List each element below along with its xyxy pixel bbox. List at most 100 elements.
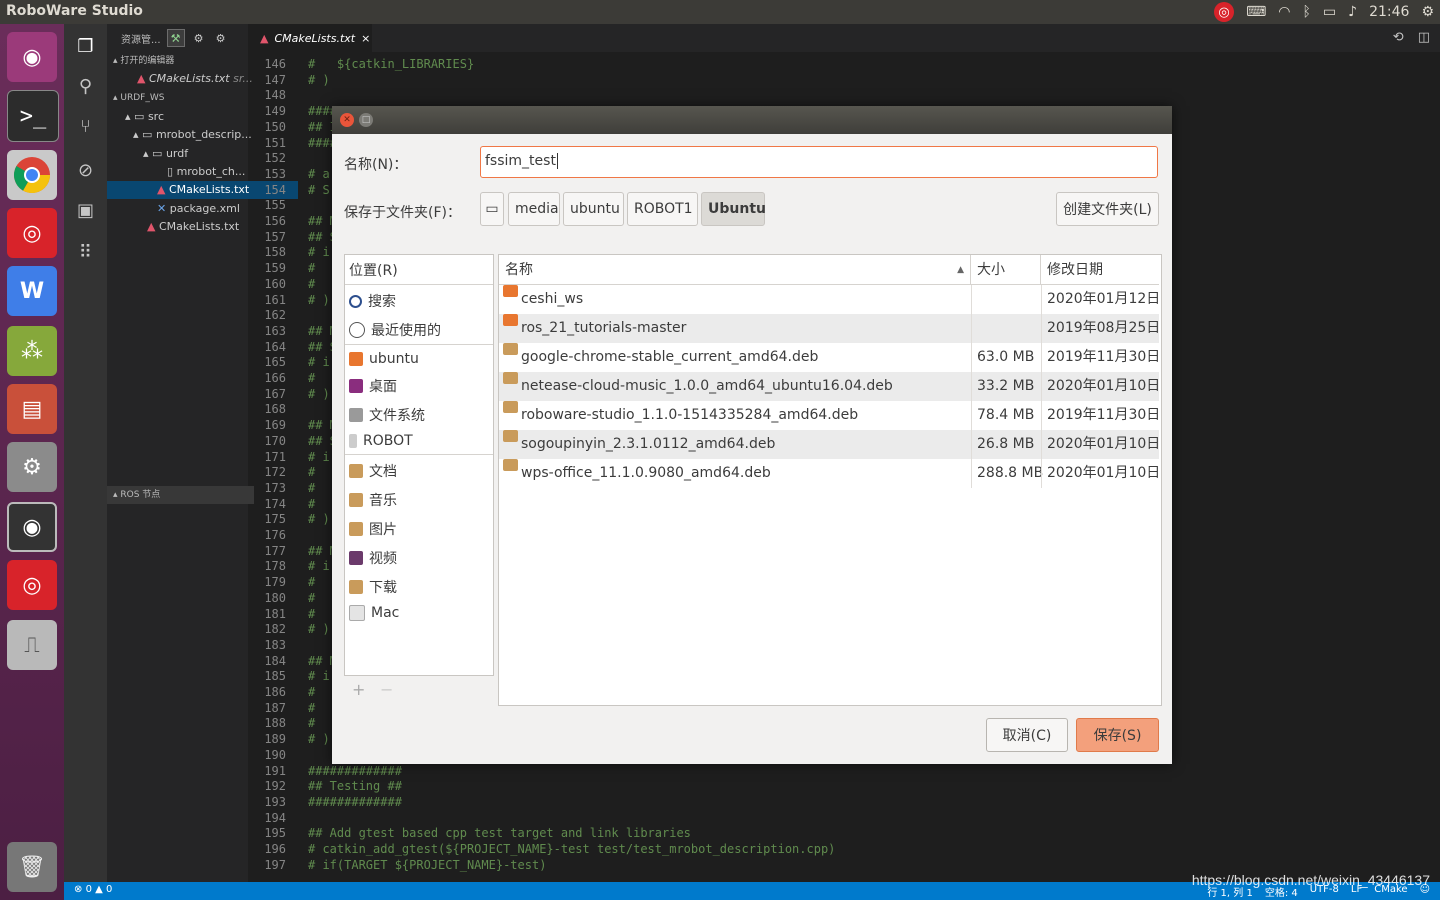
tree-item-src[interactable]: ▴ ▭ src bbox=[107, 108, 266, 126]
camera-icon[interactable]: ◉ bbox=[7, 502, 57, 552]
drive-icon bbox=[349, 408, 363, 422]
code-text: ## Testing ## bbox=[308, 779, 402, 794]
search-icon[interactable]: ⚲ bbox=[64, 68, 107, 104]
editor-tabbar: ▲ CMakeLists.txt × ⟲ ◫ bbox=[248, 24, 1440, 52]
code-line: 192 ## Testing ## bbox=[248, 778, 1440, 794]
netease-music-icon[interactable]: ◎ bbox=[7, 208, 57, 258]
folder-icon: ▭ bbox=[134, 110, 145, 123]
place-filesystem[interactable]: 文件系统 bbox=[345, 401, 493, 429]
tab-cmakelists[interactable]: ▲ CMakeLists.txt × bbox=[248, 24, 372, 52]
split-editor-icon[interactable]: ◫ bbox=[1418, 30, 1430, 45]
trash-icon[interactable]: 🗑 bbox=[7, 842, 57, 892]
wifi-icon[interactable]: ◠ bbox=[1278, 4, 1290, 20]
file-row[interactable]: google-chrome-stable_current_amd64.deb 63… bbox=[499, 343, 1160, 372]
sort-ascending-icon: ▲ bbox=[957, 265, 964, 275]
line-number: 178 bbox=[264, 559, 286, 574]
open-editors-section[interactable]: ▴ 打开的编辑器 bbox=[107, 52, 254, 70]
package-icon bbox=[503, 372, 518, 384]
create-folder-button[interactable]: 创建文件夹(L) bbox=[1056, 192, 1159, 226]
code-text: ############# bbox=[308, 763, 402, 778]
place-documents[interactable]: 文档 bbox=[345, 457, 493, 485]
place-downloads[interactable]: 下载 bbox=[345, 573, 493, 601]
debug-icon[interactable]: ⊘ bbox=[64, 152, 107, 188]
code-text: # ${catkin_LIBRARIES} bbox=[308, 57, 475, 71]
remove-place-button[interactable]: − bbox=[380, 680, 393, 699]
file-row[interactable]: ceshi_ws 2020年01月12日 bbox=[499, 285, 1160, 314]
line-number: 184 bbox=[264, 653, 286, 668]
place-robot[interactable]: ROBOT bbox=[345, 427, 493, 455]
code-text: # ) bbox=[308, 512, 330, 527]
place-videos[interactable]: 视频 bbox=[345, 544, 493, 572]
package-icon bbox=[503, 401, 518, 413]
netease-music-icon-2[interactable]: ◎ bbox=[7, 560, 57, 610]
path-media[interactable]: media bbox=[508, 192, 560, 226]
clock[interactable]: 21:46 bbox=[1369, 4, 1409, 20]
filename-input[interactable]: fssim_test bbox=[480, 146, 1158, 178]
line-number: 150 bbox=[264, 119, 286, 134]
settings-icon[interactable]: ⚙ bbox=[7, 442, 57, 492]
chrome-icon[interactable] bbox=[7, 150, 57, 200]
file-row[interactable]: netease-cloud-music_1.0.0_amd64_ubuntu16… bbox=[499, 372, 1160, 401]
ros-nodes-section[interactable]: ▴ ROS 节点 bbox=[107, 486, 254, 504]
bluetooth-icon[interactable]: ᛒ bbox=[1303, 4, 1311, 20]
code-text: # ) bbox=[308, 386, 330, 401]
column-name[interactable]: 名称 ▲ bbox=[499, 255, 971, 285]
place-recent[interactable]: 最近使用的 bbox=[345, 316, 493, 344]
problems-indicator[interactable]: ⊗ 0 ▲ 0 bbox=[74, 884, 112, 895]
place-home[interactable]: ubuntu bbox=[345, 345, 493, 373]
explorer-icon[interactable]: ❐ bbox=[64, 28, 107, 64]
column-size[interactable]: 大小 bbox=[971, 255, 1041, 285]
line-number: 187 bbox=[264, 700, 286, 715]
videos-icon bbox=[349, 551, 363, 565]
open-preview-icon[interactable]: ⟲ bbox=[1393, 30, 1404, 45]
close-icon[interactable]: × bbox=[361, 32, 370, 45]
line-number: 152 bbox=[264, 151, 286, 166]
terminal-icon[interactable]: >_ bbox=[7, 90, 59, 142]
source-control-icon[interactable]: ⑂ bbox=[64, 108, 107, 144]
line-number: 191 bbox=[264, 763, 286, 778]
build-hammer-icon[interactable]: ⚒ bbox=[166, 29, 185, 47]
file-row[interactable]: roboware-studio_1.1.0-1514335284_amd64.d… bbox=[499, 401, 1160, 430]
apps-grid-icon[interactable]: ⠿ bbox=[64, 234, 107, 270]
keyboard-icon[interactable]: ⌨ bbox=[1246, 4, 1266, 20]
netease-music-icon[interactable]: ◎ bbox=[1214, 2, 1235, 22]
settings-gear-icon[interactable]: ⚙ bbox=[213, 30, 229, 46]
line-number: 153 bbox=[264, 166, 286, 181]
file-row[interactable]: sogoupinyin_2.3.1.0112_amd64.deb 26.8 MB 2… bbox=[499, 430, 1160, 459]
battery-icon[interactable]: ▭ bbox=[1323, 4, 1336, 20]
path-ubuntu[interactable]: ubuntu bbox=[563, 192, 624, 226]
ros-icon[interactable]: ⁂ bbox=[7, 326, 57, 376]
column-modified[interactable]: 修改日期 bbox=[1041, 255, 1159, 285]
path-robot1[interactable]: ROBOT1 bbox=[627, 192, 698, 226]
file-row[interactable]: wps-office_11.1.0.9080_amd64.deb 288.8 MB… bbox=[499, 459, 1160, 488]
save-button[interactable]: 保存(S) bbox=[1076, 718, 1159, 752]
recent-icon bbox=[349, 322, 365, 338]
extensions-icon[interactable]: ▣ bbox=[64, 192, 107, 228]
power-gear-icon[interactable]: ⚙ bbox=[1421, 4, 1434, 20]
cancel-button[interactable]: 取消(C) bbox=[986, 718, 1068, 752]
maximize-icon[interactable]: □ bbox=[359, 113, 373, 127]
path-ubuntu-current[interactable]: Ubuntu bbox=[701, 192, 766, 226]
line-number: 161 bbox=[264, 292, 286, 307]
app-title: RoboWare Studio bbox=[6, 3, 143, 19]
usb-icon[interactable]: ⎍ bbox=[7, 620, 57, 670]
gear-icon[interactable]: ⚙ bbox=[191, 30, 207, 46]
code-text: # catkin_add_gtest(${PROJECT_NAME}-test … bbox=[308, 842, 836, 856]
folder-icon: ▭ bbox=[152, 147, 163, 160]
line-number: 192 bbox=[264, 779, 286, 794]
wps-icon[interactable]: W bbox=[7, 266, 57, 316]
close-icon[interactable]: ✕ bbox=[340, 113, 354, 127]
place-pictures[interactable]: 图片 bbox=[345, 515, 493, 543]
volume-icon[interactable]: ♪ bbox=[1348, 4, 1357, 20]
files-icon[interactable]: ▤ bbox=[7, 384, 57, 434]
workspace-section[interactable]: ▴ URDF_WS bbox=[107, 89, 254, 107]
path-root-drive-icon[interactable]: ▭ bbox=[480, 192, 504, 226]
file-row[interactable]: ros_21_tutorials-master 2019年08月25日 bbox=[499, 314, 1160, 343]
place-search[interactable]: 搜索 bbox=[345, 287, 493, 315]
place-music[interactable]: 音乐 bbox=[345, 486, 493, 514]
place-desktop[interactable]: 桌面 bbox=[345, 372, 493, 400]
add-place-button[interactable]: + bbox=[352, 680, 365, 699]
place-mac[interactable]: Mac bbox=[345, 599, 493, 627]
ubuntu-dash-icon[interactable]: ◉ bbox=[7, 32, 57, 82]
code-text: # ) bbox=[308, 72, 330, 87]
